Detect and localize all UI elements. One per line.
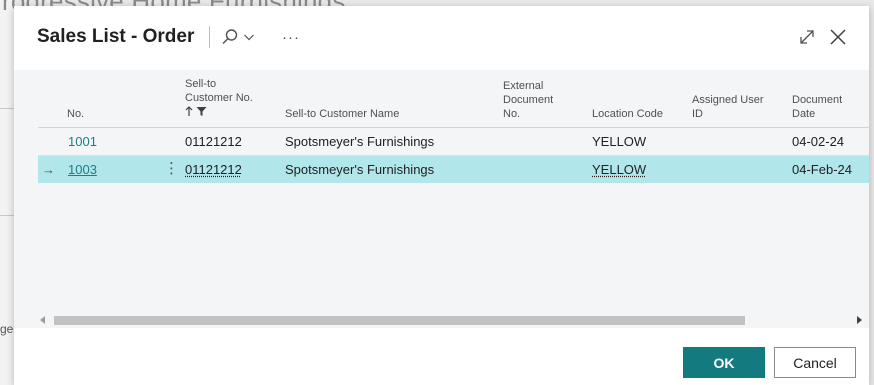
sales-order-list: No. Sell-to Customer No. Sell-to Custome… [14, 70, 869, 328]
table-row-selected[interactable]: → 1003 ⋮ 01121212 Spotsmeyer's Furnishin… [38, 156, 869, 183]
dialog-title: Sales List - Order [37, 26, 195, 47]
chevron-down-icon [243, 31, 255, 43]
dialog-header: Sales List - Order ··· [14, 6, 869, 70]
background-divider [0, 108, 14, 109]
horizontal-scrollbar[interactable] [38, 313, 862, 327]
cell-no[interactable]: 1001 [68, 128, 97, 155]
table-row[interactable]: 1001 01121212 Spotsmeyer's Furnishings Y… [38, 128, 869, 156]
background-text-fragment: ge [0, 322, 14, 336]
expand-icon [799, 29, 815, 45]
scrollbar-thumb[interactable] [54, 316, 745, 325]
search-button[interactable] [221, 22, 255, 52]
scroll-left-icon[interactable] [40, 316, 45, 324]
close-button[interactable] [829, 22, 847, 52]
cell-document-date: 04-02-24 [792, 134, 845, 149]
column-header-location-code[interactable]: Location Code [592, 107, 663, 121]
row-actions-menu[interactable]: ⋮ [164, 156, 179, 183]
row-arrow-icon: → [42, 162, 55, 177]
column-header-no[interactable]: No. [67, 107, 84, 121]
cell-location-code[interactable]: YELLOW [592, 156, 646, 183]
column-header-sell-to-customer-name[interactable]: Sell-to Customer Name [285, 107, 399, 121]
cell-customer-name: Spotsmeyer's Furnishings [285, 134, 435, 149]
scroll-right-icon[interactable] [857, 316, 862, 324]
sales-list-dialog: Sales List - Order ··· No. Sell-to Custo… [14, 6, 869, 385]
cell-customer-name: Spotsmeyer's Furnishings [285, 162, 435, 177]
cell-document-date: 04-Feb-24 [792, 162, 852, 177]
cell-customer-no[interactable]: 01121212 [185, 156, 242, 183]
cancel-button[interactable]: Cancel [774, 347, 856, 378]
sort-ascending-icon [185, 106, 193, 121]
filter-icon [196, 106, 207, 121]
background-divider [0, 215, 14, 216]
header-separator [209, 26, 210, 48]
column-header-assigned-user-id[interactable]: Assigned User ID [692, 93, 764, 121]
column-header-document-date[interactable]: Document Date [792, 93, 842, 121]
close-icon [829, 28, 847, 46]
cell-no[interactable]: 1003 [68, 156, 97, 183]
cell-location-code: YELLOW [592, 134, 647, 149]
column-header-sell-to-customer-no[interactable]: Sell-to Customer No. [185, 77, 253, 121]
expand-button[interactable] [799, 22, 815, 52]
search-icon [221, 28, 239, 46]
more-options-button[interactable]: ··· [282, 22, 300, 52]
cell-customer-no: 01121212 [185, 134, 242, 149]
column-header-external-document-no[interactable]: External Document No. [503, 79, 553, 121]
column-headers: No. Sell-to Customer No. Sell-to Custome… [14, 70, 869, 127]
ok-button[interactable]: OK [683, 347, 765, 378]
